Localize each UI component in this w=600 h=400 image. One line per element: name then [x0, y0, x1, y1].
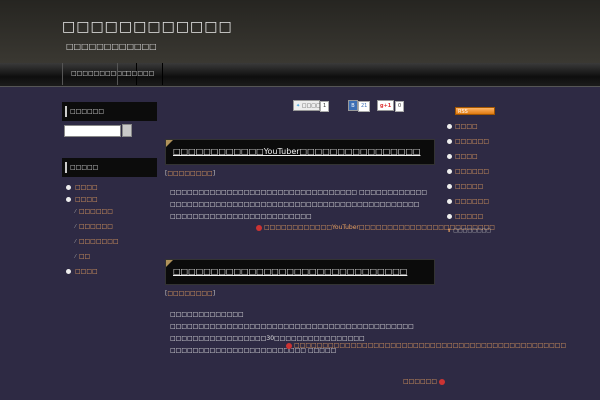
- next-page-link[interactable]: □□□□□□: [403, 378, 446, 385]
- right-sidebar-tagline[interactable]: ⬆ □□□□□□□□: [447, 228, 491, 234]
- bullet-icon: [447, 154, 452, 159]
- nav-item-2[interactable]: □□□□□: [117, 63, 164, 85]
- right-sidebar-item[interactable]: □□□□□□: [447, 168, 489, 175]
- subcategory-arrow-icon: ⁄: [75, 224, 76, 230]
- tweet-button[interactable]: ✦ □□□□: [293, 100, 321, 111]
- hatena-bookmark-icon[interactable]: B: [348, 100, 358, 111]
- bullet-icon: [447, 124, 452, 129]
- post-title-2[interactable]: □□□□□□□□□□□□□□□□□□□□□□□□□□□□□□□: [165, 259, 435, 285]
- post-category-1[interactable]: [□□□□□□□□]: [165, 170, 215, 177]
- bullet-icon: [447, 184, 452, 189]
- arrow-icon: [439, 378, 446, 385]
- category-item[interactable]: □□□□: [66, 184, 98, 191]
- twitter-icon: ✦: [296, 103, 301, 109]
- post-category-2[interactable]: [□□□□□□□□]: [165, 290, 215, 297]
- subcategory-item[interactable]: ⁄ □□: [75, 253, 90, 260]
- category-item[interactable]: □□□□: [66, 196, 98, 203]
- global-nav: □□□□□□□□□□ □□□□□: [0, 63, 600, 87]
- hatena-count: 21: [358, 101, 371, 112]
- bullet-icon: [66, 269, 71, 274]
- rss-button[interactable]: RSS: [455, 107, 495, 115]
- category-item[interactable]: □□□□: [66, 268, 98, 275]
- search-widget-title: □□□□□□: [62, 102, 157, 121]
- search-button[interactable]: [122, 124, 132, 137]
- site-description: □□□□□□□□□□□□: [66, 42, 157, 51]
- bullet-icon: [447, 139, 452, 144]
- arrow-up-icon: ⬆: [447, 228, 452, 234]
- bullet-icon: [66, 185, 71, 190]
- subcategory-arrow-icon: ⁄: [75, 209, 76, 215]
- right-sidebar-item[interactable]: □□□□□□: [447, 138, 489, 145]
- site-header: □□□□□□□□□□□□ □□□□□□□□□□□□: [0, 0, 600, 64]
- category-widget-title: □□□□□: [62, 158, 157, 177]
- subcategory-arrow-icon: ⁄: [75, 254, 76, 260]
- gplus-count: 0: [395, 101, 405, 112]
- site-title[interactable]: □□□□□□□□□□□□: [62, 19, 233, 35]
- bullet-icon: [447, 169, 452, 174]
- bullet-icon: [447, 214, 452, 219]
- right-sidebar-item[interactable]: □□□□□: [447, 183, 483, 190]
- post-body-2: □□□□□□□□□□□□□ □□□□□□□□□□□□□□□□□□□□□□□□□□…: [170, 311, 414, 354]
- right-sidebar-item[interactable]: □□□□: [447, 153, 478, 160]
- right-sidebar-item[interactable]: □□□□□: [447, 213, 483, 220]
- right-sidebar-item[interactable]: □□□□: [447, 123, 478, 130]
- gplus-button[interactable]: g+1: [377, 100, 394, 111]
- read-more-link-2[interactable]: □□□□□□□□□□□□□□□□□□□□□□□□□□□□□□□□□□□□□□□□…: [286, 342, 566, 349]
- bullet-icon: [447, 199, 452, 204]
- arrow-icon: [256, 224, 262, 231]
- subcategory-arrow-icon: ⁄: [75, 239, 76, 245]
- arrow-icon: [286, 342, 292, 349]
- subcategory-item[interactable]: ⁄ □□□□□□□: [75, 238, 119, 245]
- search-input[interactable]: [64, 125, 121, 137]
- subcategory-item[interactable]: ⁄ □□□□□□: [75, 208, 113, 215]
- tweet-count: 1: [320, 101, 330, 112]
- bullet-icon: [66, 197, 71, 202]
- post-body-1: □□□□□□□□□□□□□□□□□□□□□□□□□□□□□□□□□ □□□□□□…: [170, 189, 428, 220]
- right-sidebar-item[interactable]: □□□□□□: [447, 198, 489, 205]
- subcategory-item[interactable]: ⁄ □□□□□□: [75, 223, 113, 230]
- post-title-1[interactable]: □□□□□□□□□□□□YouTuber□□□□□□□□□□□□□□□□: [165, 139, 435, 165]
